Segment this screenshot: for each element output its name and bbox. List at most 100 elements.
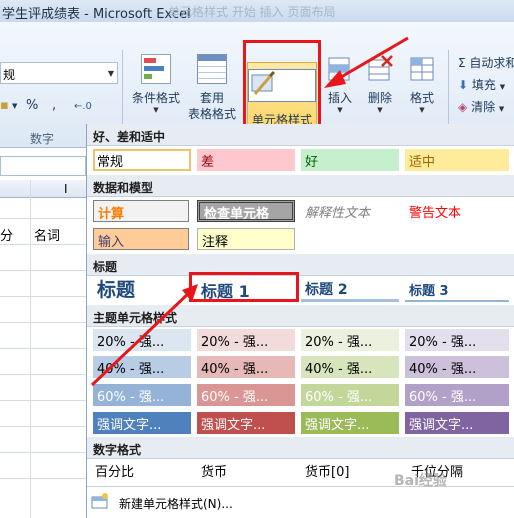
eraser-icon: ◈ [458, 100, 468, 114]
style-warning-text[interactable]: 警告文本 [405, 200, 509, 222]
style-currency[interactable]: 货币 [201, 461, 227, 480]
watermark-text: Bai经验 [394, 473, 447, 489]
style-60-accent1[interactable]: 60% - 强... [93, 384, 191, 406]
percent-button[interactable]: % [26, 98, 38, 113]
chevron-down-icon[interactable]: ▼ [12, 102, 17, 110]
style-20-accent2[interactable]: 20% - 强... [197, 329, 295, 351]
style-check-cell[interactable]: 检查单元格 [197, 200, 295, 222]
row-gridline [0, 478, 86, 479]
cell-styles-gallery: 好、差和适中 常规 差 好 适中 数据和模型 计算 检查单元格 解释性文本 警告… [86, 124, 514, 518]
style-40-accent2[interactable]: 40% - 强... [197, 356, 295, 378]
row-gridline [0, 296, 86, 297]
style-good[interactable]: 好 [301, 149, 399, 171]
insert-cells-icon [325, 54, 355, 84]
section-number-format: 数字格式 [87, 437, 514, 459]
column-gridline [30, 180, 31, 518]
number-group-label: 数字 [30, 132, 55, 146]
style-heading-3[interactable]: 标题 3 [405, 274, 509, 302]
chevron-down-icon: ▼ [419, 106, 425, 114]
style-note[interactable]: 注释 [197, 228, 295, 250]
comma-button[interactable]: , [52, 98, 56, 113]
cell-text[interactable]: 名词 [34, 225, 60, 244]
new-cell-style-item[interactable]: 新建单元格样式(N)... [87, 486, 514, 518]
style-accent1[interactable]: 强调文字... [93, 412, 191, 434]
style-60-accent4[interactable]: 60% - 强... [405, 384, 509, 406]
format-label: 格式 [409, 91, 434, 105]
style-input[interactable]: 输入 [93, 228, 189, 250]
style-title[interactable]: 标题 [93, 274, 191, 302]
insert-label: 插入 [327, 91, 352, 105]
insert-button[interactable]: 插入 ▼ [322, 54, 358, 114]
autosum-button[interactable]: Σ 自动求和 [458, 54, 514, 71]
style-20-accent1[interactable]: 20% - 强... [93, 329, 191, 351]
style-bad[interactable]: 差 [197, 149, 295, 171]
section-titles: 标题 [87, 254, 514, 276]
chevron-down-icon: ▼ [498, 105, 505, 113]
row-gridline [0, 452, 86, 453]
style-20-accent4[interactable]: 20% - 强... [405, 329, 509, 351]
section-data-model: 数据和模型 [87, 175, 514, 197]
text-cursor-icon: I [64, 182, 68, 196]
format-as-table-label-1: 套用 [199, 91, 224, 105]
delete-label: 删除 [367, 91, 392, 105]
row-gridline [0, 426, 86, 427]
style-calculation[interactable]: 计算 [93, 200, 189, 222]
style-20-accent3[interactable]: 20% - 强... [301, 329, 399, 351]
style-accent3[interactable]: 强调文字... [301, 412, 399, 434]
clear-button[interactable]: ◈ 清除 ▼ [458, 98, 504, 115]
style-currency-0[interactable]: 货币[0] [305, 461, 349, 480]
row-gridline [0, 270, 86, 271]
number-format-row: ▪ ▼ % , ←.0 [0, 98, 118, 118]
chevron-down-icon[interactable]: ▼ [108, 69, 114, 78]
format-as-table-label-2: 表格格式 [187, 107, 236, 121]
style-normal[interactable]: 常规 [93, 149, 191, 171]
accounting-icon[interactable]: ▪ [0, 98, 9, 113]
style-heading-2[interactable]: 标题 2 [301, 274, 399, 302]
worksheet-area: I 分 名词 [0, 148, 86, 518]
increase-decimal-icon[interactable]: ←.0 [74, 101, 92, 112]
delete-cells-icon [365, 54, 395, 84]
font-name-value: 规 [3, 68, 16, 82]
fill-label: 填充 [471, 78, 496, 92]
format-button[interactable]: 格式 ▼ [402, 54, 442, 114]
format-as-table-button[interactable]: 套用 表格格式 [184, 54, 240, 122]
row-gridline [0, 218, 86, 219]
fill-button[interactable]: ⬇ 填充 ▼ [458, 76, 505, 93]
chevron-down-icon: ▼ [499, 83, 506, 91]
row-gridline [0, 244, 86, 245]
section-good-bad-neutral: 好、差和适中 [87, 124, 514, 146]
format-cells-icon [407, 54, 437, 84]
style-60-accent3[interactable]: 60% - 强... [301, 384, 399, 406]
new-style-icon [91, 493, 109, 509]
style-explanatory-text[interactable]: 解释性文本 [301, 200, 399, 222]
font-name-combobox[interactable]: 规 ▼ [0, 62, 118, 84]
style-neutral[interactable]: 适中 [405, 149, 509, 171]
style-accent4[interactable]: 强调文字... [405, 412, 509, 434]
ghost-title: 单元格样式 开始 插入 页面布局 [168, 5, 336, 19]
style-40-accent1[interactable]: 40% - 强... [93, 356, 191, 378]
formula-bar-area[interactable] [0, 156, 86, 176]
clear-label: 清除 [471, 100, 496, 114]
style-percent[interactable]: 百分比 [95, 461, 134, 480]
row-gridline [0, 400, 86, 401]
section-theme-styles: 主题单元格样式 [87, 305, 514, 327]
style-60-accent2[interactable]: 60% - 强... [197, 384, 295, 406]
format-as-table-icon [197, 54, 227, 84]
conditional-format-button[interactable]: 条件格式 ▼ [128, 54, 184, 114]
chevron-down-icon: ▼ [337, 106, 343, 114]
new-style-label: 新建单元格样式(N)... [119, 497, 233, 511]
title-bar: 学生评成绩表 - Microsoft Excel 单元格样式 开始 插入 页面布… [0, 0, 514, 22]
fill-down-icon: ⬇ [458, 78, 469, 92]
cell-text[interactable]: 分 [0, 225, 13, 244]
conditional-format-label: 条件格式 [131, 91, 180, 105]
row-gridline [0, 374, 86, 375]
style-40-accent3[interactable]: 40% - 强... [301, 356, 399, 378]
style-accent2[interactable]: 强调文字... [197, 412, 295, 434]
conditional-format-icon [141, 54, 171, 84]
row-gridline [0, 348, 86, 349]
chevron-down-icon: ▼ [377, 106, 383, 114]
style-40-accent4[interactable]: 40% - 强... [405, 356, 509, 378]
chevron-down-icon: ▼ [153, 106, 159, 114]
delete-button[interactable]: 删除 ▼ [362, 54, 398, 114]
highlight-box-heading-1 [189, 272, 299, 302]
